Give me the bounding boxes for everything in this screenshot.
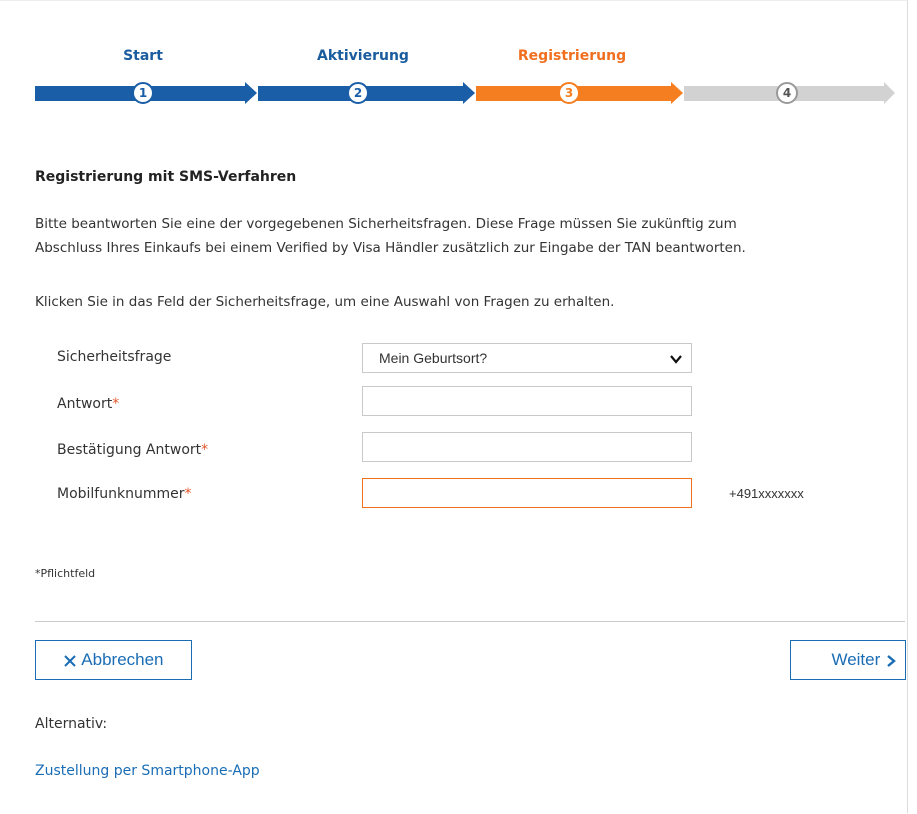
next-button-label: Weiter — [831, 650, 881, 669]
mobile-number-label-text: Mobilfunknummer — [57, 486, 185, 502]
step-circle-3: 3 — [558, 82, 580, 104]
required-field-note: *Pflichtfeld — [35, 567, 96, 580]
section-heading: Registrierung mit SMS-Verfahren — [35, 169, 297, 185]
close-icon — [64, 654, 77, 667]
intro-text-line-2: Abschluss Ihres Einkaufs bei einem Verif… — [35, 240, 746, 256]
confirm-answer-label: Bestätigung Antwort* — [57, 442, 208, 458]
mobile-number-label: Mobilfunknummer* — [57, 486, 191, 502]
mobile-number-input[interactable] — [362, 478, 692, 508]
chevron-right-icon — [887, 654, 896, 667]
step-circle-1: 1 — [132, 82, 154, 104]
confirm-answer-label-text: Bestätigung Antwort — [57, 442, 202, 458]
cancel-button-label: Abbrechen — [81, 650, 164, 669]
divider — [35, 621, 905, 622]
intro-text-line-1: Bitte beantworten Sie eine der vorgegebe… — [35, 216, 737, 232]
progress-arrow-3 — [671, 82, 683, 104]
alternative-label: Alternativ: — [35, 716, 108, 732]
answer-input[interactable] — [362, 386, 692, 416]
answer-label-text: Antwort — [57, 396, 113, 412]
cancel-button[interactable]: Abbrechen — [35, 640, 192, 680]
step-circle-4: 4 — [776, 82, 798, 104]
progress-arrow-4 — [884, 82, 895, 104]
step-circle-2: 2 — [347, 82, 369, 104]
security-question-label: Sicherheitsfrage — [57, 349, 172, 365]
required-mark: * — [112, 396, 120, 412]
answer-label: Antwort* — [57, 396, 119, 412]
mobile-number-hint: +491xxxxxxx — [729, 486, 804, 501]
smartphone-app-link[interactable]: Zustellung per Smartphone-App — [35, 763, 260, 779]
next-button[interactable]: Weiter — [790, 640, 906, 680]
progress-arrow-2 — [463, 82, 475, 104]
chevron-down-icon — [670, 355, 682, 364]
instruction-text: Klicken Sie in das Feld der Sicherheitsf… — [35, 294, 615, 310]
confirm-answer-input[interactable] — [362, 432, 692, 462]
security-question-select[interactable]: Mein Geburtsort? — [362, 343, 692, 373]
progress-arrow-1 — [245, 82, 257, 104]
required-mark: * — [184, 486, 192, 502]
required-mark: * — [201, 442, 209, 458]
progress-bar: 1 2 3 4 — [35, 48, 905, 108]
security-question-value: Mein Geburtsort? — [379, 350, 488, 366]
